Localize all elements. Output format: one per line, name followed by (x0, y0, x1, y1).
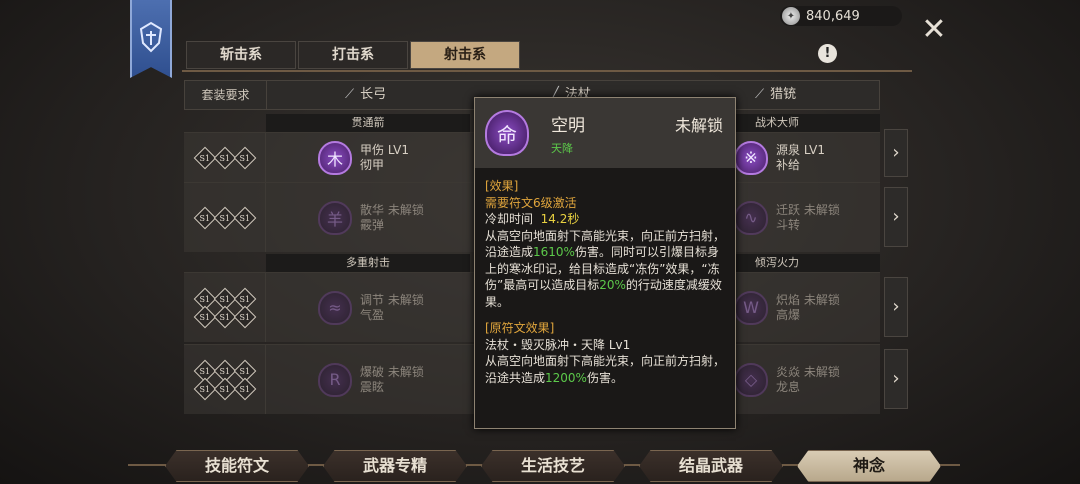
skill-name: 炎焱 未解锁 (776, 364, 840, 379)
nav-divine-mind[interactable]: 神念 (797, 450, 941, 482)
weapon-filter-musket[interactable]: ⟋ 猎铳 (755, 81, 796, 109)
original-effect-description: 从高空向地面射下高能光束，向正前方扫射，沿途共造成1200%伤害。 (485, 354, 726, 385)
tooltip-body: [效果] 需要符文6级激活 冷却时间 14.2秒 从高空向地面射下高能光束，向正… (475, 168, 735, 386)
chevron-right-icon: › (892, 296, 900, 317)
rune-skill-left[interactable]: ≈ 调节 未解锁 气盈 (318, 273, 424, 342)
tooltip-header: 命 空明 天降 未解锁 (475, 98, 735, 168)
tab-shoot[interactable]: 射击系 (410, 41, 520, 69)
rune-emblem-icon: ∿ (734, 200, 768, 235)
skill-name: 甲伤 LV1 (360, 142, 410, 157)
rune-emblem-icon: ◇ (734, 362, 768, 397)
nav-crystal-weapon[interactable]: 结晶武器 (639, 450, 783, 482)
group-header: 贯通箭 (266, 114, 470, 132)
banner-emblem-icon (139, 21, 163, 53)
rune-emblem-icon: ※ (734, 140, 768, 175)
close-icon: ✕ (921, 12, 947, 47)
expand-arrow-button[interactable]: › (884, 349, 908, 409)
currency-display: ✦ 840,649 (780, 6, 902, 26)
rune-tooltip: 命 空明 天降 未解锁 [效果] 需要符文6级激活 冷却时间 14.2秒 从高空… (474, 97, 736, 429)
skill-name: 炽焰 未解锁 (776, 292, 840, 307)
nav-life-skills[interactable]: 生活技艺 (481, 450, 625, 482)
set-requirement-label: 套装要求 (185, 81, 267, 109)
tab-divider (182, 70, 912, 72)
rune-skill-left[interactable]: 羊 散华 未解锁 霰弹 (318, 183, 424, 252)
weapon-filter-bow[interactable]: ⟋ 长弓 (345, 81, 386, 109)
cooldown-value: 14.2秒 (540, 212, 580, 226)
original-source: 法杖・毁灭脉冲・天降 Lv1 (485, 337, 631, 352)
skill-name: 源泉 LV1 (776, 142, 826, 157)
rune-emblem-icon: R (318, 362, 352, 397)
rune-slot-icon[interactable]: S1 (233, 377, 256, 400)
rune-skill-left[interactable]: 木 甲伤 LV1 彻甲 (318, 133, 409, 182)
rune-emblem-icon: W (734, 290, 768, 325)
tab-strike[interactable]: 打击系 (298, 41, 408, 69)
skill-name: 散华 未解锁 (360, 202, 424, 217)
effect-header: [效果] (485, 179, 519, 193)
weapon-label: 长弓 (360, 87, 387, 102)
rune-emblem-icon: 命 (485, 110, 529, 156)
rune-skill-right[interactable]: W 炽焰 未解锁 高爆 (734, 273, 840, 342)
skill-desc: 高爆 (776, 307, 801, 322)
bottom-nav: 技能符文 武器专精 生活技艺 结晶武器 神念 (0, 448, 1080, 484)
cooldown: 冷却时间 14.2秒 (485, 211, 725, 228)
activation-requirement: 需要符文6级激活 (485, 195, 577, 210)
skill-desc: 震眩 (360, 379, 385, 394)
category-tabs: 斩击系 打击系 射击系 (186, 41, 522, 69)
rune-slots: S1 S1 S1 (184, 133, 266, 182)
expand-arrow-button[interactable]: › (884, 187, 908, 247)
expand-arrow-button[interactable]: › (884, 129, 908, 177)
rune-name: 空明 (551, 115, 585, 136)
skill-name: 爆破 未解锁 (360, 364, 424, 379)
rune-skill-right[interactable]: ∿ 迁跃 未解锁 斗转 (734, 183, 840, 252)
nav-skill-runes[interactable]: 技能符文 (165, 450, 309, 482)
effect-description: 从高空向地面射下高能光束，向正前方扫射，沿途造成1610%伤害。同时可以引爆目标… (485, 228, 726, 309)
original-effect-header: [原符文效果] (485, 321, 555, 335)
rune-emblem-icon: ≈ (318, 290, 352, 325)
skill-name: 调节 未解锁 (360, 292, 424, 307)
skill-name: 迁跃 未解锁 (776, 202, 840, 217)
skill-desc: 斗转 (776, 217, 801, 232)
chevron-right-icon: › (892, 368, 900, 389)
rune-skill-right[interactable]: ◇ 炎焱 未解锁 龙息 (734, 345, 840, 414)
skill-desc: 补给 (776, 157, 801, 172)
silver-coin-icon: ✦ (782, 7, 800, 25)
unlock-status: 未解锁 (674, 116, 723, 135)
group-header: 多重射击 (266, 254, 470, 272)
skill-desc: 霰弹 (360, 217, 385, 232)
musket-icon: ⟋ (755, 87, 765, 102)
rune-slot-icon[interactable]: S1 (233, 146, 256, 169)
bow-icon: ⟋ (345, 87, 355, 102)
tab-slash[interactable]: 斩击系 (186, 41, 296, 69)
rune-slot-icon[interactable]: S1 (233, 206, 256, 229)
close-button[interactable]: ✕ (920, 15, 948, 45)
expand-arrow-button[interactable]: › (884, 277, 908, 337)
rune-skill-right[interactable]: ※ 源泉 LV1 补给 (734, 133, 825, 182)
skill-desc: 龙息 (776, 379, 801, 394)
rune-skill-left[interactable]: R 爆破 未解锁 震眩 (318, 345, 424, 414)
rune-slots: S1 S1 S1 S1 S1 S1 (184, 345, 266, 414)
chevron-right-icon: › (892, 142, 900, 163)
currency-amount: 840,649 (806, 8, 860, 24)
rune-emblem-icon: 木 (318, 140, 352, 175)
cooldown-label: 冷却时间 (485, 212, 534, 226)
guild-banner[interactable] (130, 0, 172, 78)
rune-subtitle: 天降 (551, 141, 573, 155)
skill-desc: 彻甲 (360, 157, 385, 172)
nav-weapon-mastery[interactable]: 武器专精 (323, 450, 467, 482)
chevron-right-icon: › (892, 206, 900, 227)
rune-emblem-icon: 羊 (318, 200, 352, 235)
rune-slot-icon[interactable]: S1 (233, 305, 256, 328)
weapon-label: 猎铳 (770, 87, 797, 102)
rune-slots: S1 S1 S1 (184, 183, 266, 252)
rune-slots: S1 S1 S1 S1 S1 S1 (184, 273, 266, 342)
skill-desc: 气盈 (360, 307, 385, 322)
info-icon[interactable]: ! (818, 44, 837, 63)
